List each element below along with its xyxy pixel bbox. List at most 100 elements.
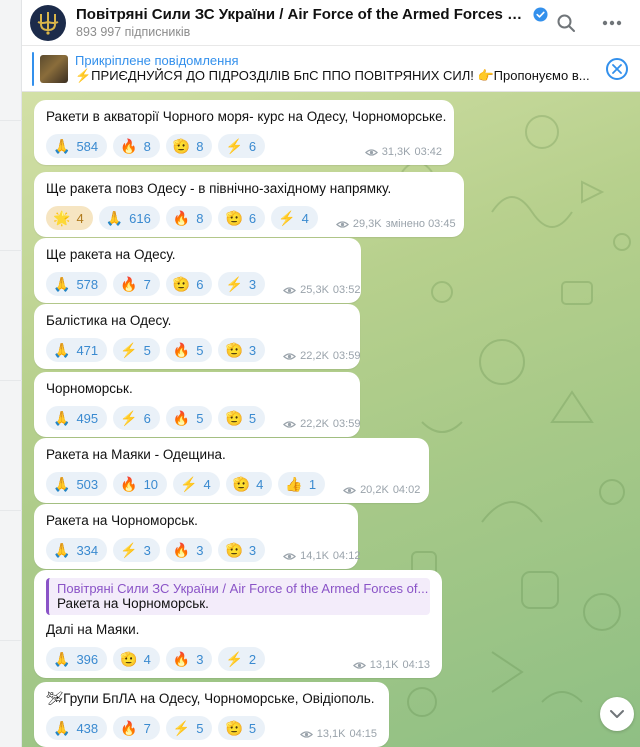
reaction-fire[interactable]: 🔥 3 (165, 647, 213, 671)
message-bubble[interactable]: Чорноморськ. 🙏 495 ⚡ 6 🔥 5 🫡 5 22,2K 03:59 (34, 372, 360, 437)
reaction-count: 5 (248, 410, 257, 426)
reaction-fire[interactable]: 🔥 10 (113, 472, 168, 496)
reaction-pray[interactable]: 🙏 438 (46, 716, 108, 740)
reaction-fire[interactable]: 🔥 8 (113, 134, 160, 158)
message-bubble[interactable]: Ще ракета повз Одесу - в північно-західн… (34, 172, 464, 237)
fire-emoji-icon: 🔥 (120, 276, 138, 292)
reactions-row: 🙏 495 ⚡ 6 🔥 5 🫡 5 22,2K 03:59 (46, 406, 360, 430)
reaction-count: 5 (196, 720, 204, 736)
reaction-pray[interactable]: 🙏 578 (46, 272, 108, 296)
reaction-salute[interactable]: 🫡 6 (165, 272, 213, 296)
salute-emoji-icon: 🫡 (232, 476, 251, 492)
view-count: 13,1K (316, 728, 346, 740)
star-emoji-icon: 🌟 (53, 210, 71, 226)
reaction-salute[interactable]: 🫡 5 (218, 716, 266, 740)
reaction-pray[interactable]: 🙏 334 (46, 538, 108, 562)
message-meta: 31,3K 03:42 (353, 146, 442, 158)
reaction-fire[interactable]: 🔥 7 (113, 272, 160, 296)
reaction-lightning[interactable]: ⚡ 3 (218, 272, 266, 296)
message-bubble[interactable]: Повітряні Сили ЗС України / Air Force of… (34, 570, 442, 678)
channel-header[interactable]: Повітряні Сили ЗС України / Air Force of… (22, 0, 640, 46)
reactions-row: 🙏 438 🔥 7 ⚡ 5 🫡 5 13,1K 04:15 (46, 716, 377, 740)
reaction-star[interactable]: 🌟 4 (46, 206, 93, 230)
reaction-lightning[interactable]: ⚡ 5 (113, 338, 160, 362)
reaction-count: 8 (196, 210, 204, 226)
pray-emoji-icon: 🙏 (53, 138, 71, 154)
reaction-count: 7 (143, 276, 151, 292)
reaction-pray[interactable]: 🙏 396 (46, 647, 108, 671)
reaction-pray[interactable]: 🙏 495 (46, 406, 108, 430)
view-count: 14,1K (300, 550, 329, 562)
reaction-count: 3 (196, 542, 204, 558)
message-bubble[interactable]: Ще ракета на Одесу. 🙏 578 🔥 7 🫡 6 ⚡ 3 25,3K … (34, 238, 361, 303)
reaction-lightning[interactable]: ⚡ 3 (113, 538, 160, 562)
message-bubble[interactable]: Ракета на Маяки - Одещина. 🙏 503 🔥 10 ⚡ 4 🫡… (34, 438, 429, 503)
reaction-pray[interactable]: 🙏 503 (46, 472, 108, 496)
reaction-pray[interactable]: 🙏 616 (98, 206, 160, 230)
view-count: 20,2K (360, 484, 389, 496)
reactions-row: 🙏 334 ⚡ 3 🔥 3 🫡 3 14,1K 04:12 (46, 538, 360, 562)
chat-area[interactable]: Ракети в акваторії Чорного моря- курс на… (22, 92, 640, 747)
fire-emoji-icon: 🔥 (120, 476, 138, 492)
message-text: Далі на Маяки. (46, 622, 140, 637)
more-menu-button[interactable] (594, 5, 630, 41)
reaction-lightning[interactable]: ⚡ 6 (113, 406, 160, 430)
search-icon (557, 14, 575, 32)
reaction-pray[interactable]: 🙏 471 (46, 338, 108, 362)
fire-emoji-icon: 🔥 (172, 210, 191, 226)
reaction-fire[interactable]: 🔥 5 (165, 338, 213, 362)
reaction-salute[interactable]: 🫡 8 (165, 134, 213, 158)
message-bubble[interactable]: Балістика на Одесу. 🙏 471 ⚡ 5 🔥 5 🫡 3 22,2K … (34, 304, 360, 369)
reaction-count: 4 (143, 651, 151, 667)
view-count: 13,1K (369, 659, 399, 671)
reaction-count: 3 (196, 651, 204, 667)
reaction-fire[interactable]: 🔥 5 (165, 406, 213, 430)
message-bubble[interactable]: Ракета на Чорноморськ. 🙏 334 ⚡ 3 🔥 3 🫡 3 14,… (34, 504, 360, 569)
reaction-lightning[interactable]: ⚡ 6 (218, 134, 266, 158)
pinned-message-bar[interactable]: Прикріплене повідомлення ⚡️ПРИЄДНУЙСЯ ДО… (22, 46, 640, 92)
reaction-salute[interactable]: 🫡 4 (113, 647, 160, 671)
pray-emoji-icon: 🙏 (53, 276, 71, 292)
reaction-salute[interactable]: 🫡 5 (218, 406, 266, 430)
message-meta: 20,2K 04:02 (331, 484, 420, 496)
views-icon (283, 420, 297, 428)
fire-emoji-icon: 🔥 (172, 651, 191, 667)
scroll-to-bottom-button[interactable] (600, 697, 634, 731)
reaction-count: 4 (256, 476, 264, 492)
reaction-lightning[interactable]: ⚡ 4 (173, 472, 220, 496)
reaction-count: 3 (248, 342, 257, 358)
reaction-salute[interactable]: 🫡 4 (225, 472, 273, 496)
reaction-lightning[interactable]: ⚡ 4 (271, 206, 318, 230)
views-icon (335, 220, 349, 228)
reaction-thumbs-up[interactable]: 👍 1 (278, 472, 326, 496)
reaction-lightning[interactable]: ⚡ 2 (218, 647, 266, 671)
unpin-button[interactable] (606, 57, 628, 80)
reaction-salute[interactable]: 🫡 6 (218, 206, 266, 230)
view-count: 29,3K (352, 218, 382, 230)
reaction-count: 616 (129, 210, 151, 226)
reaction-fire[interactable]: 🔥 7 (113, 716, 160, 740)
reaction-count: 584 (76, 138, 99, 154)
reaction-fire[interactable]: 🔥 3 (165, 538, 213, 562)
view-count: 31,3K (381, 146, 411, 158)
reaction-pray[interactable]: 🙏 584 (46, 134, 108, 158)
lightning-emoji-icon: ⚡ (180, 476, 198, 492)
message-meta: 25,3K 03:52 (271, 284, 360, 296)
message-meta: 14,1K 04:12 (271, 550, 360, 562)
reaction-count: 3 (248, 542, 257, 558)
reaction-lightning[interactable]: ⚡ 5 (165, 716, 213, 740)
reactions-row: 🙏 396 🫡 4 🔥 3 ⚡ 2 13,1K 04:13 (46, 647, 430, 671)
view-count: 25,3K (300, 284, 329, 296)
message-bubble[interactable]: 🛩Групи БпЛА на Одесу, Чорноморське, Овід… (34, 682, 389, 747)
message-bubble[interactable]: Ракети в акваторії Чорного моря- курс на… (34, 100, 454, 165)
reaction-salute[interactable]: 🫡 3 (218, 338, 266, 362)
reaction-count: 4 (301, 210, 309, 226)
channel-avatar[interactable] (30, 4, 66, 41)
reaction-salute[interactable]: 🫡 3 (218, 538, 266, 562)
reaction-fire[interactable]: 🔥 8 (165, 206, 213, 230)
search-button[interactable] (548, 5, 584, 41)
fire-emoji-icon: 🔥 (120, 720, 138, 736)
reaction-count: 334 (76, 542, 99, 558)
reaction-count: 5 (196, 410, 204, 426)
reply-quote[interactable]: Повітряні Сили ЗС України / Air Force of… (46, 578, 430, 615)
